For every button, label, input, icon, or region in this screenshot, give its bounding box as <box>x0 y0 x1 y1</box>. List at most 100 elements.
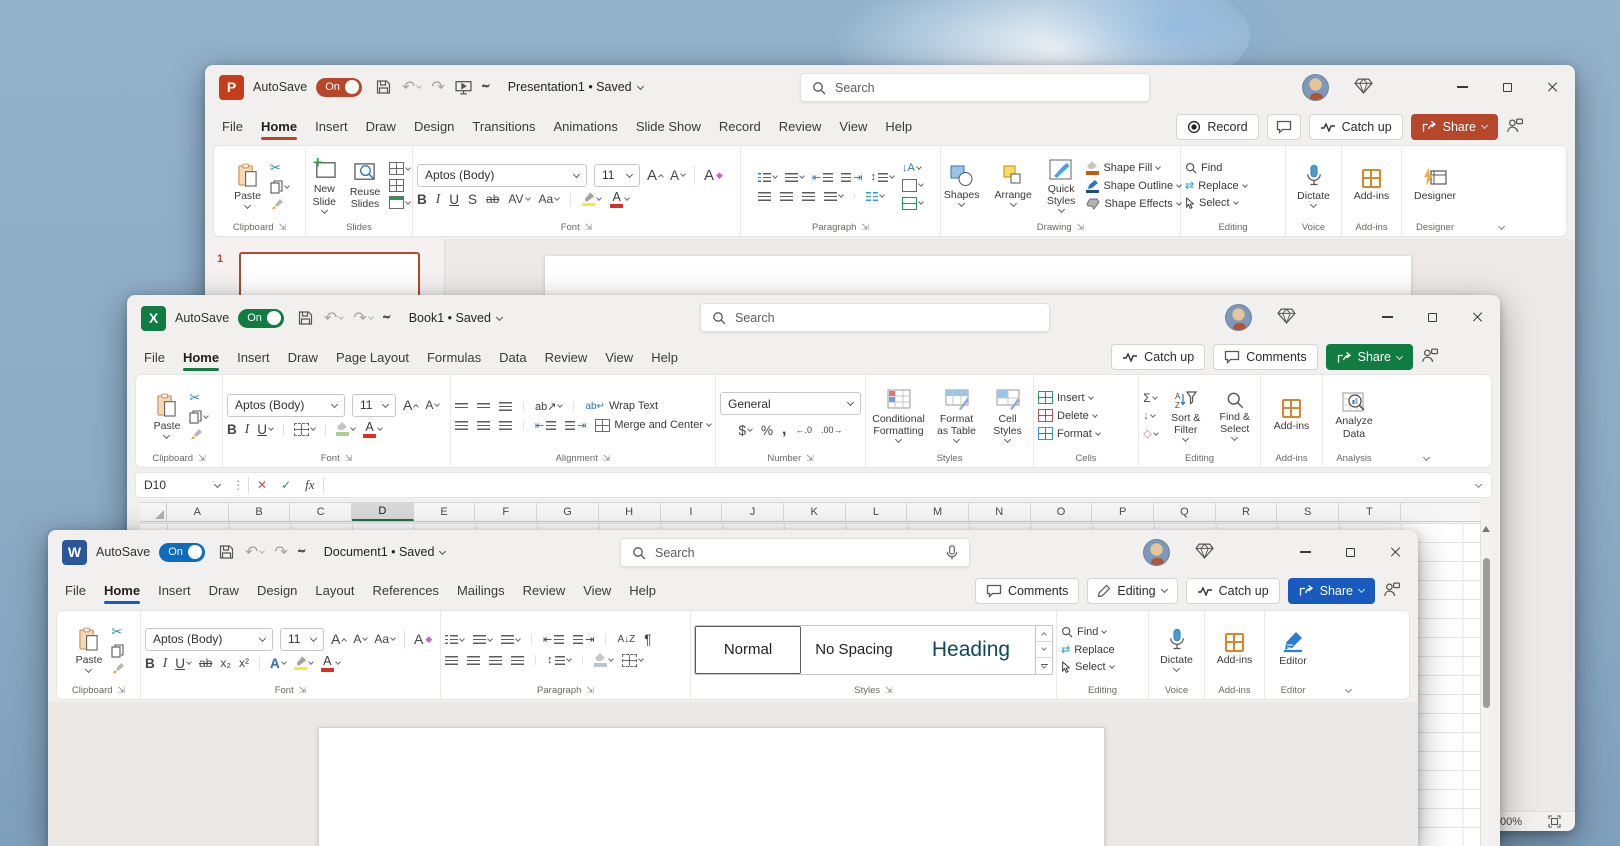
gallery-scroll-down-icon[interactable] <box>1036 642 1052 658</box>
fill-color-button[interactable] <box>336 422 355 436</box>
column-header-k[interactable]: K <box>784 503 846 521</box>
tab-insert[interactable]: Insert <box>228 343 279 372</box>
clear-formatting-button[interactable]: A◆ <box>704 167 723 184</box>
column-header-j[interactable]: J <box>722 503 784 521</box>
tab-file[interactable]: File <box>135 343 174 372</box>
tab-view[interactable]: View <box>596 343 642 372</box>
column-header-e[interactable]: E <box>414 503 476 521</box>
tab-review[interactable]: Review <box>514 576 575 605</box>
voice-search-mic-icon[interactable] <box>946 545 958 560</box>
bold-button[interactable]: B <box>417 192 427 207</box>
line-spacing-button[interactable]: ↕ <box>870 171 894 183</box>
grow-font-button[interactable]: A <box>331 631 346 647</box>
text-direction-button[interactable]: ↓A <box>902 162 923 174</box>
word-app-icon[interactable]: W <box>62 540 87 565</box>
minimize-button[interactable] <box>1283 530 1328 574</box>
align-right-button[interactable] <box>489 656 502 665</box>
column-header-d-selected[interactable]: D <box>352 503 414 521</box>
column-header-a[interactable]: A <box>167 503 229 521</box>
undo-icon[interactable]: ↶ <box>402 77 421 97</box>
bold-button[interactable]: B <box>145 656 155 671</box>
vertical-scrollbar[interactable] <box>1480 520 1491 846</box>
replace-button[interactable]: ⇄Replace <box>1185 179 1247 192</box>
premium-gem-icon[interactable] <box>1354 78 1373 99</box>
shrink-font-button[interactable]: A <box>670 168 685 183</box>
section-button[interactable] <box>389 196 410 209</box>
maximize-button[interactable] <box>1485 65 1530 109</box>
top-align-button[interactable] <box>455 403 468 409</box>
format-cells-button[interactable]: Format <box>1038 427 1100 440</box>
find-button[interactable]: Find <box>1185 162 1222 174</box>
borders-button[interactable] <box>622 654 643 667</box>
scrollbar-thumb[interactable] <box>1483 558 1490 708</box>
tab-review[interactable]: Review <box>536 343 597 372</box>
select-button[interactable]: Select <box>1061 661 1114 673</box>
document-title[interactable]: Book1 • Saved <box>409 311 502 325</box>
minimize-button[interactable] <box>1440 65 1485 109</box>
middle-align-button[interactable] <box>477 403 490 410</box>
font-size-combo[interactable]: 11 <box>352 394 396 417</box>
font-color-button[interactable]: A <box>610 191 629 208</box>
tab-draw[interactable]: Draw <box>279 343 327 372</box>
start-presentation-icon[interactable] <box>455 80 472 95</box>
bottom-align-button[interactable] <box>499 402 512 411</box>
superscript-button[interactable]: x² <box>239 656 249 670</box>
column-header-n[interactable]: N <box>969 503 1031 521</box>
decrease-indent-button[interactable]: ⇤ <box>812 171 833 184</box>
tab-design[interactable]: Design <box>248 576 306 605</box>
close-button[interactable] <box>1530 65 1575 109</box>
align-left-button[interactable] <box>455 421 468 430</box>
justify-button[interactable] <box>511 656 524 665</box>
record-button[interactable]: Record <box>1176 114 1258 140</box>
tab-record[interactable]: Record <box>710 112 770 141</box>
paste-button[interactable]: Paste <box>72 626 107 672</box>
change-case-button[interactable]: Aa <box>539 192 560 206</box>
bold-button[interactable]: B <box>227 422 237 437</box>
fit-slide-to-window-icon[interactable] <box>1548 815 1561 828</box>
character-spacing-button[interactable]: AV <box>508 192 529 206</box>
close-button[interactable] <box>1455 295 1500 339</box>
column-header-f[interactable]: F <box>475 503 537 521</box>
document-title[interactable]: Presentation1 • Saved <box>508 80 643 94</box>
save-icon[interactable] <box>375 79 392 95</box>
copy-button[interactable] <box>270 180 289 194</box>
show-formatting-marks-button[interactable]: ¶ <box>644 632 651 647</box>
autosave-toggle[interactable]: On <box>316 78 362 97</box>
format-painter-button[interactable] <box>189 428 208 441</box>
tab-design[interactable]: Design <box>405 112 463 141</box>
columns-button[interactable] <box>866 192 884 201</box>
tab-help[interactable]: Help <box>642 343 687 372</box>
dialog-launcher-icon[interactable]: ⇲ <box>603 453 611 464</box>
save-icon[interactable] <box>297 310 314 326</box>
tab-home[interactable]: Home <box>95 576 149 605</box>
sort-button[interactable]: A↓Z <box>617 634 635 645</box>
align-right-button[interactable] <box>499 421 512 430</box>
document-title[interactable]: Document1 • Saved <box>324 545 446 559</box>
cut-button[interactable]: ✂ <box>270 160 289 176</box>
avatar[interactable] <box>1302 74 1329 101</box>
save-icon[interactable] <box>218 544 235 560</box>
scroll-up-icon[interactable] <box>1482 526 1490 532</box>
text-effects-button[interactable]: A <box>270 656 286 671</box>
comma-style-button[interactable]: , <box>782 421 786 439</box>
paste-button[interactable]: Paste <box>150 392 185 438</box>
qat-overflow-icon[interactable] <box>482 85 489 88</box>
name-box[interactable]: D10 <box>136 478 228 492</box>
select-button[interactable]: Select <box>1185 197 1238 209</box>
undo-icon[interactable]: ↶ <box>324 308 343 328</box>
align-left-button[interactable] <box>445 656 458 665</box>
increase-indent-button[interactable]: ⇥ <box>573 633 594 646</box>
align-center-button[interactable] <box>780 192 793 201</box>
clear-button[interactable]: ◇ <box>1143 427 1157 440</box>
convert-to-smartart-button[interactable] <box>902 197 923 210</box>
tab-page-layout[interactable]: Page Layout <box>327 343 418 372</box>
cell-styles-button[interactable]: Cell Styles <box>987 388 1029 443</box>
add-ins-button[interactable]: Add-ins <box>1270 398 1314 433</box>
tab-draw[interactable]: Draw <box>357 112 405 141</box>
dialog-launcher-icon[interactable]: ⇲ <box>806 453 814 464</box>
select-all-corner[interactable] <box>140 503 167 521</box>
tab-help[interactable]: Help <box>620 576 665 605</box>
qat-overflow-icon[interactable] <box>298 550 305 553</box>
subscript-button[interactable]: x₂ <box>220 656 231 670</box>
undo-icon[interactable]: ↶ <box>245 542 264 562</box>
